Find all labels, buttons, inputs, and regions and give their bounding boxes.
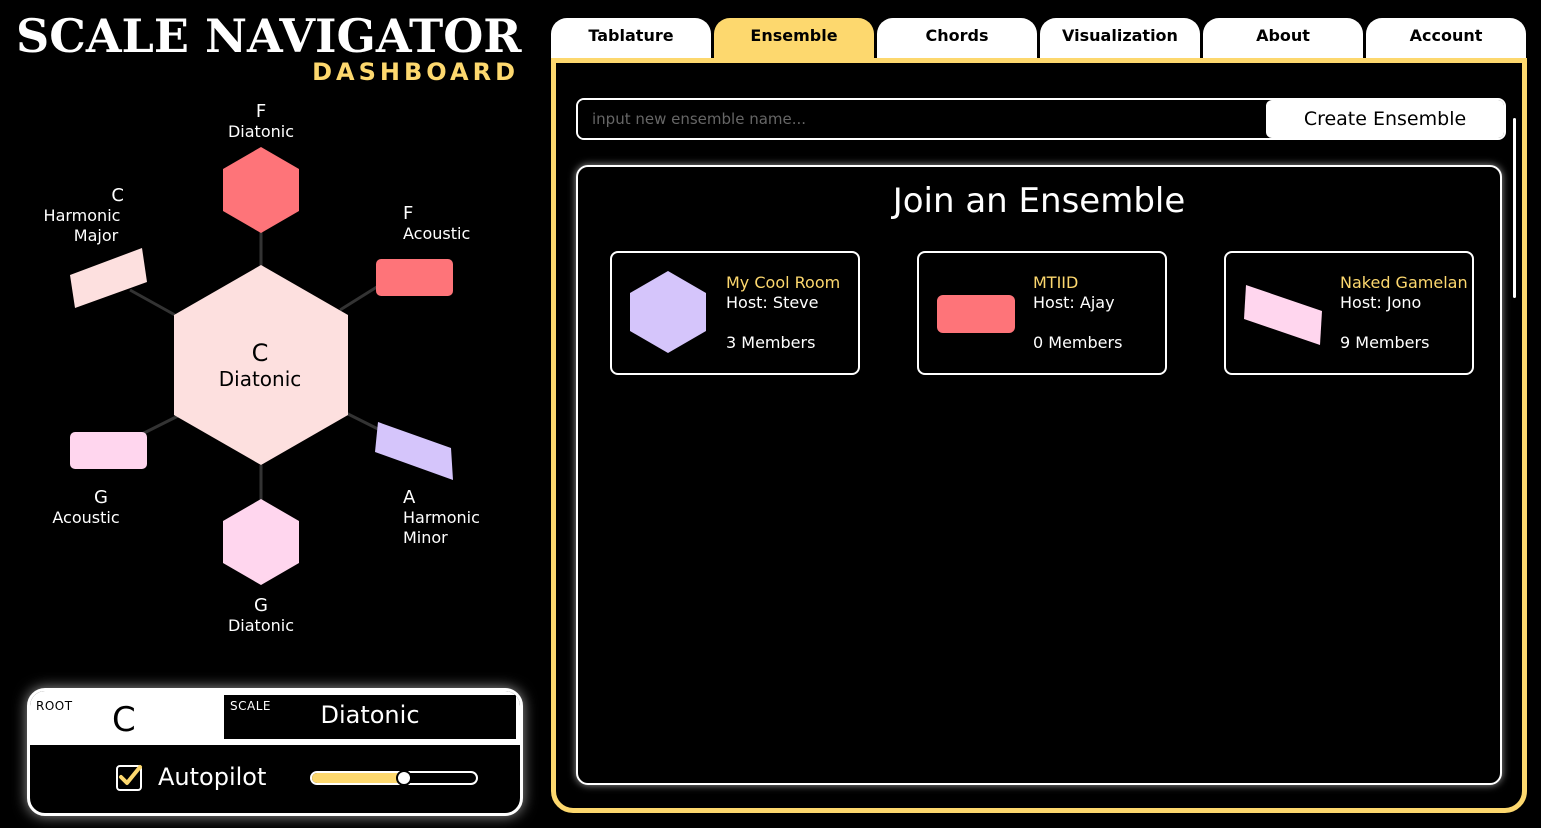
tab-ensemble[interactable]: Ensemble xyxy=(714,18,874,62)
scale-node-top[interactable] xyxy=(223,147,299,233)
autopilot-checkbox[interactable] xyxy=(116,765,142,791)
node-label-bottom: G Diatonic xyxy=(227,595,294,636)
app-subtitle: DASHBOARD xyxy=(312,58,519,86)
scale-node-upper-right[interactable] xyxy=(376,259,453,296)
root-scale-selector: ROOT C SCALE Diatonic xyxy=(30,691,520,745)
scale-value: Diatonic xyxy=(320,701,420,729)
parallelogram-icon xyxy=(1244,285,1322,345)
ensemble-members: 3 Members xyxy=(726,333,816,352)
ensemble-panel: Create Ensemble Join an Ensemble My Cool… xyxy=(551,58,1527,813)
create-ensemble-button[interactable]: Create Ensemble xyxy=(1266,100,1504,138)
scale-node-lower-right[interactable] xyxy=(375,422,453,480)
slider-fill xyxy=(312,773,403,783)
ensemble-name: Naked Gamelan xyxy=(1340,273,1468,292)
slider-thumb[interactable] xyxy=(396,770,413,786)
node-label-lower-right: A Harmonic Minor xyxy=(403,487,480,548)
scale-node-upper-left[interactable] xyxy=(70,248,147,308)
autopilot-label: Autopilot xyxy=(158,763,267,791)
ensemble-host: Host: Jono xyxy=(1340,293,1422,312)
scrollbar[interactable] xyxy=(1513,118,1516,298)
ensemble-name-field: Create Ensemble xyxy=(576,98,1506,140)
join-title: Join an Ensemble xyxy=(892,181,1186,221)
join-ensemble-panel: Join an Ensemble My Cool Room Host: Stev… xyxy=(576,165,1502,785)
ensemble-card[interactable]: Naked Gamelan Host: Jono 9 Members xyxy=(1224,251,1474,375)
hexagon-icon xyxy=(630,271,706,353)
ensemble-members: 9 Members xyxy=(1340,333,1430,352)
node-label-upper-left: C Harmonic Major xyxy=(43,185,124,246)
ensemble-members: 0 Members xyxy=(1033,333,1123,352)
ensemble-card[interactable]: MTIID Host: Ajay 0 Members xyxy=(917,251,1167,375)
node-label-top: F Diatonic xyxy=(227,101,294,142)
autopilot-speed-slider[interactable] xyxy=(310,770,478,786)
ensemble-card[interactable]: My Cool Room Host: Steve 3 Members xyxy=(610,251,860,375)
ensemble-name: MTIID xyxy=(1033,273,1079,292)
scale-node-lower-left[interactable] xyxy=(70,432,147,469)
node-label-lower-left: G Acoustic xyxy=(52,487,120,528)
tab-chords[interactable]: Chords xyxy=(877,18,1037,62)
ensemble-host: Host: Ajay xyxy=(1033,293,1115,312)
tab-account[interactable]: Account xyxy=(1366,18,1526,62)
tab-tablature[interactable]: Tablature xyxy=(551,18,711,62)
checkmark-icon xyxy=(119,765,142,785)
app-title: SCALE NAVIGATOR xyxy=(16,9,522,63)
ensemble-host: Host: Steve xyxy=(726,293,819,312)
ensemble-name: My Cool Room xyxy=(726,273,841,292)
node-label-upper-right: F Acoustic xyxy=(403,203,471,244)
root-label: ROOT xyxy=(36,699,73,713)
rectangle-icon xyxy=(937,295,1015,333)
tab-about[interactable]: About xyxy=(1203,18,1363,62)
tab-visualization[interactable]: Visualization xyxy=(1040,18,1200,62)
scale-selector[interactable]: SCALE Diatonic xyxy=(224,695,516,739)
ensemble-name-input[interactable] xyxy=(578,100,1286,138)
scale-wheel: F Diatonic F Acoustic C Harmonic Major G… xyxy=(0,90,540,660)
main-tab-bar: Tablature Ensemble Chords Visualization … xyxy=(551,18,1527,62)
scale-control-panel: ROOT C SCALE Diatonic Autopilot xyxy=(27,688,523,816)
scale-node-bottom[interactable] xyxy=(223,499,299,585)
root-value[interactable]: C xyxy=(112,699,136,741)
center-node-label: C Diatonic xyxy=(218,339,302,391)
